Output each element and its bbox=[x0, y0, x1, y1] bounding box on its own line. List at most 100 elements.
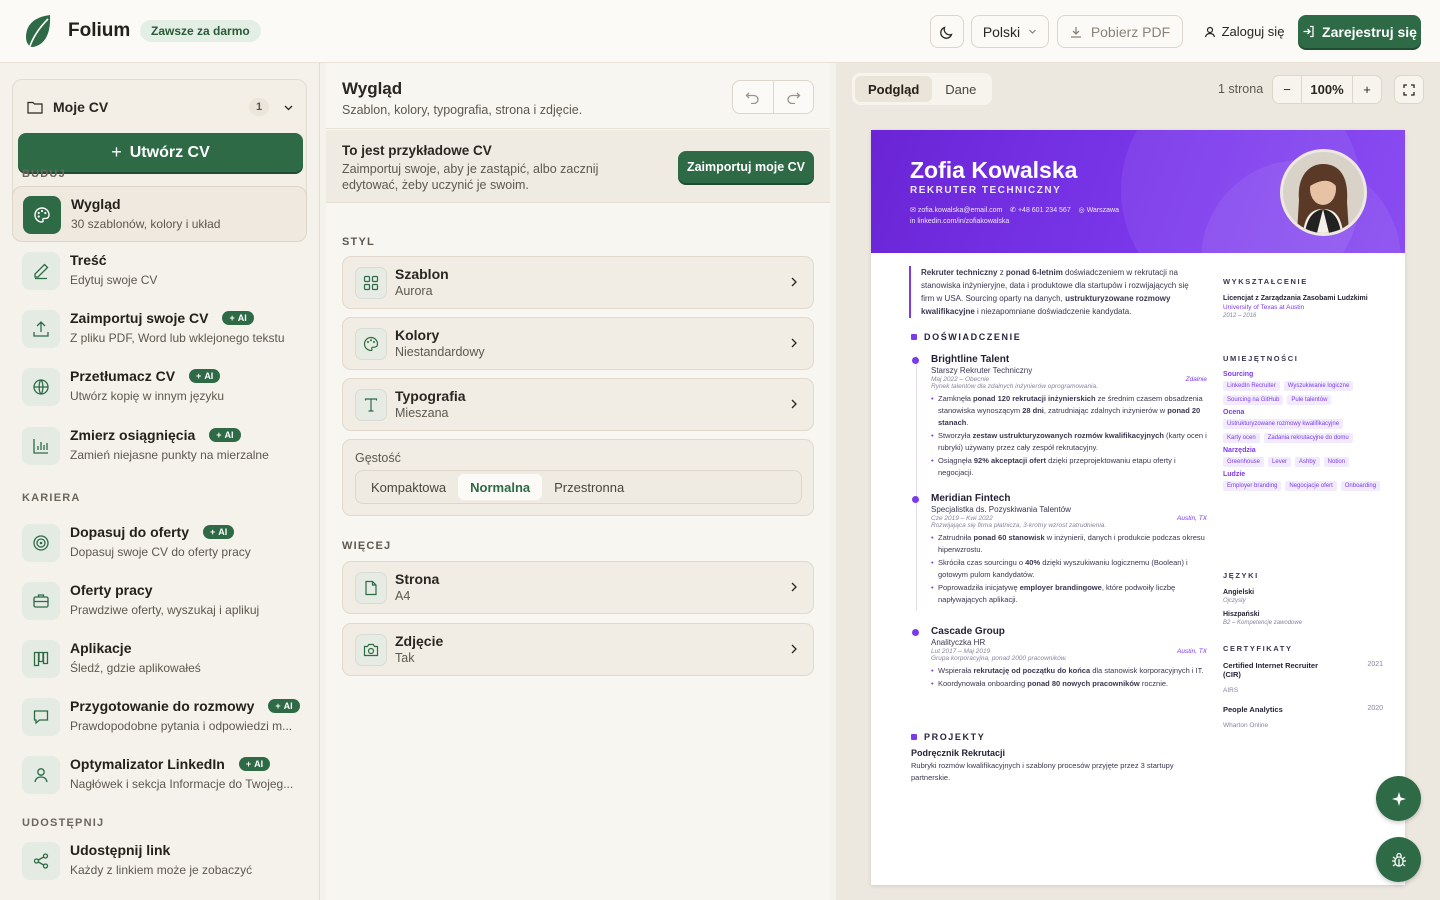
section-label-career: KARIERA bbox=[22, 492, 81, 504]
folium-leaf-logo-icon[interactable] bbox=[24, 13, 52, 49]
upload-icon bbox=[22, 310, 60, 348]
sidebar-item-przetlumacz-cv[interactable]: Przetłumacz CV + AI Utwórz kopię w innym ję… bbox=[12, 359, 307, 415]
sidebar-item-subtitle: 30 szablonów, kolory i układ bbox=[71, 217, 221, 231]
palette-icon bbox=[355, 328, 387, 360]
create-cv-button[interactable]: + Utwórz CV bbox=[18, 133, 303, 172]
ai-badge: + AI bbox=[203, 525, 235, 539]
register-button[interactable]: Zarejestruj się bbox=[1298, 15, 1421, 48]
language-level: B2 – Kompetencje zawodowe bbox=[1223, 620, 1303, 626]
sparkle-icon: + bbox=[196, 371, 202, 381]
sidebar-item-label: Optymalizator LinkedIn bbox=[70, 756, 225, 772]
brand-name[interactable]: Folium bbox=[68, 20, 130, 42]
section-label-share: UDOSTĘPNIJ bbox=[22, 817, 105, 829]
download-pdf-button[interactable]: Pobierz PDF bbox=[1057, 15, 1183, 48]
sidebar-item-oferty-pracy[interactable]: Oferty pracy Prawdziwe oferty, wyszukaj i… bbox=[12, 573, 307, 629]
density-option-spacious[interactable]: Przestronna bbox=[542, 474, 636, 500]
sidebar-item-title: Treść bbox=[70, 252, 107, 268]
sidebar-item-zmierz-osiagniecia[interactable]: Zmierz osiągnięcia + AI Zamień niejasne pun… bbox=[12, 418, 307, 474]
tab-preview[interactable]: Podgląd bbox=[855, 76, 933, 102]
job-bullet: Wspierała rekrutację od początku do końc… bbox=[931, 665, 1207, 677]
ai-assistant-button[interactable] bbox=[1376, 776, 1421, 821]
language-level: Ojczysty bbox=[1223, 598, 1246, 604]
template-row[interactable]: Szablon Aurora bbox=[342, 256, 814, 309]
more-section-label: WIĘCEJ bbox=[342, 540, 392, 552]
cv-page[interactable]: Zofia Kowalska REKRUTER TECHNICZNY ✉ zof… bbox=[871, 130, 1405, 885]
left-sidebar: Moje CV 1 + Utwórz CV BUDUJ KARIERA UDOS… bbox=[0, 63, 320, 900]
cert-year: 2020 bbox=[1367, 705, 1383, 712]
undo-button[interactable] bbox=[733, 81, 774, 113]
sidebar-item-udostepnij-link[interactable]: Udostępnij link Każdy z linkiem może je z… bbox=[12, 833, 307, 889]
camera-icon bbox=[355, 634, 387, 666]
login-button[interactable]: Zaloguj się bbox=[1196, 15, 1292, 48]
my-cv-dropdown[interactable]: Moje CV 1 bbox=[27, 92, 294, 122]
sidebar-item-zaimportuj-swoje-cv[interactable]: Zaimportuj swoje CV + AI Z pliku PDF, Word … bbox=[12, 301, 307, 357]
skill-chip: LinkedIn Recruiter bbox=[1223, 381, 1280, 391]
sidebar-item-wyglad[interactable]: Wygląd 30 szablonów, kolory i układ bbox=[12, 186, 307, 242]
tab-data[interactable]: Dane bbox=[932, 76, 989, 102]
ai-badge-label: AI bbox=[254, 759, 264, 769]
job-description: Grupa korporacyjna, ponad 2000 pracownik… bbox=[931, 655, 1067, 662]
sidebar-item-tresc[interactable]: Treść Edytuj swoje CV bbox=[12, 243, 307, 299]
import-my-cv-button[interactable]: Zaimportuj moje CV bbox=[678, 151, 814, 183]
sidebar-item-przygotowanie-do-rozmowy[interactable]: Przygotowanie do rozmowy + AI Prawdopodobne… bbox=[12, 689, 307, 745]
typography-row[interactable]: Typografia Mieszana bbox=[342, 378, 814, 431]
sidebar-item-title: Dopasuj do oferty + AI bbox=[70, 524, 235, 540]
job-bullet: Stworzyła zestaw ustrukturyzowanych rozm… bbox=[931, 430, 1207, 454]
colors-row[interactable]: Kolory Niestandardowy bbox=[342, 317, 814, 370]
help-bot-button[interactable] bbox=[1376, 837, 1421, 882]
sidebar-item-optymalizator-linkedin[interactable]: Optymalizator LinkedIn + AI Nagłówek i sekc… bbox=[12, 747, 307, 803]
skill-chip: Onboarding bbox=[1340, 481, 1381, 491]
palette-icon bbox=[23, 196, 61, 234]
sidebar-item-title: Udostępnij link bbox=[70, 842, 170, 858]
fullscreen-button[interactable] bbox=[1394, 75, 1424, 104]
download-pdf-label: Pobierz PDF bbox=[1090, 23, 1171, 40]
sidebar-item-title: Aplikacje bbox=[70, 640, 131, 656]
globe-icon bbox=[22, 368, 60, 406]
zoom-out-button[interactable]: − bbox=[1273, 76, 1301, 103]
page-count: 1 strona bbox=[1218, 82, 1264, 96]
job-bullets: Zamknęła ponad 120 rekrutacji inżyniersk… bbox=[931, 393, 1207, 479]
redo-button[interactable] bbox=[774, 81, 814, 113]
skill-chips: Greenhouse Lever Ashby Notion bbox=[1223, 457, 1383, 467]
density-option-compact[interactable]: Kompaktowa bbox=[359, 474, 458, 500]
cv-job: Meridian Fintech Specjalistka ds. Pozyski… bbox=[912, 493, 1207, 607]
job-place: Austin, TX bbox=[1177, 515, 1207, 522]
density-option-normal[interactable]: Normalna bbox=[458, 474, 543, 500]
dark-mode-toggle[interactable] bbox=[930, 15, 964, 48]
target-icon bbox=[22, 524, 60, 562]
sidebar-item-subtitle: Każdy z linkiem może je zobaczyć bbox=[70, 863, 253, 877]
photo-row[interactable]: Zdjęcie Tak bbox=[342, 623, 814, 676]
skill-group-title: Ludzie bbox=[1223, 471, 1246, 478]
cv-photo bbox=[1280, 149, 1367, 236]
banner-text: Zaimportuj swoje, aby je zastąpić, albo … bbox=[342, 162, 599, 192]
cv-role: REKRUTER TECHNICZNY bbox=[910, 185, 1062, 196]
colors-title: Kolory bbox=[395, 327, 440, 343]
sparkle-icon: + bbox=[245, 759, 252, 769]
cert-info: People Analytics Wharton Online bbox=[1223, 705, 1333, 732]
sidebar-item-dopasuj-do-oferty[interactable]: Dopasuj do oferty + AI Dopasuj swoje CV do … bbox=[12, 515, 307, 571]
skill-chips: Ustrukturyzowane rozmowy kwalifikacyjne K… bbox=[1223, 419, 1383, 443]
type-icon bbox=[355, 389, 387, 421]
sidebar-item-aplikacje[interactable]: Aplikacje Śledź, gdzie aplikowałeś bbox=[12, 631, 307, 687]
education-school: University of Texas at Austin bbox=[1223, 304, 1305, 311]
panel-subtitle: Szablon, kolory, typografia, strona i zd… bbox=[342, 103, 583, 117]
job-role: Specjalistka ds. Pozyskiwania Talentów bbox=[931, 505, 1071, 514]
undo-icon bbox=[745, 92, 759, 104]
sidebar-item-title: Przygotowanie do rozmowy + AI bbox=[70, 698, 300, 714]
skills-heading: UMIEJĘTNOŚCI bbox=[1223, 354, 1299, 363]
language-select[interactable]: Polski bbox=[971, 15, 1049, 48]
ai-badge-label: AI bbox=[224, 430, 234, 440]
project-desc: Rubryki rozmów kwalifikacyjnych i szablo… bbox=[911, 761, 1174, 782]
phone-icon: ✆ bbox=[1010, 207, 1017, 214]
zoom-in-button[interactable]: + bbox=[1353, 76, 1381, 103]
panel-title: Wygląd bbox=[342, 79, 403, 98]
cv-contact: ✉ zofia.kowalska@email.com ✆ +48 601 234… bbox=[910, 205, 1119, 227]
pencil-icon bbox=[22, 252, 60, 290]
language-name: Hiszpański bbox=[1223, 611, 1260, 618]
section-label-build: BUDUJ bbox=[22, 168, 66, 180]
page-size-row[interactable]: Strona A4 bbox=[342, 561, 814, 614]
skill-chip: Pule talentów bbox=[1287, 395, 1332, 405]
language-name: Angielski bbox=[1223, 589, 1255, 596]
banner-title: To jest przykładowe CV bbox=[342, 143, 492, 158]
cv-summary: Rekruter techniczny z ponad 6-letnim doś… bbox=[909, 266, 1201, 318]
